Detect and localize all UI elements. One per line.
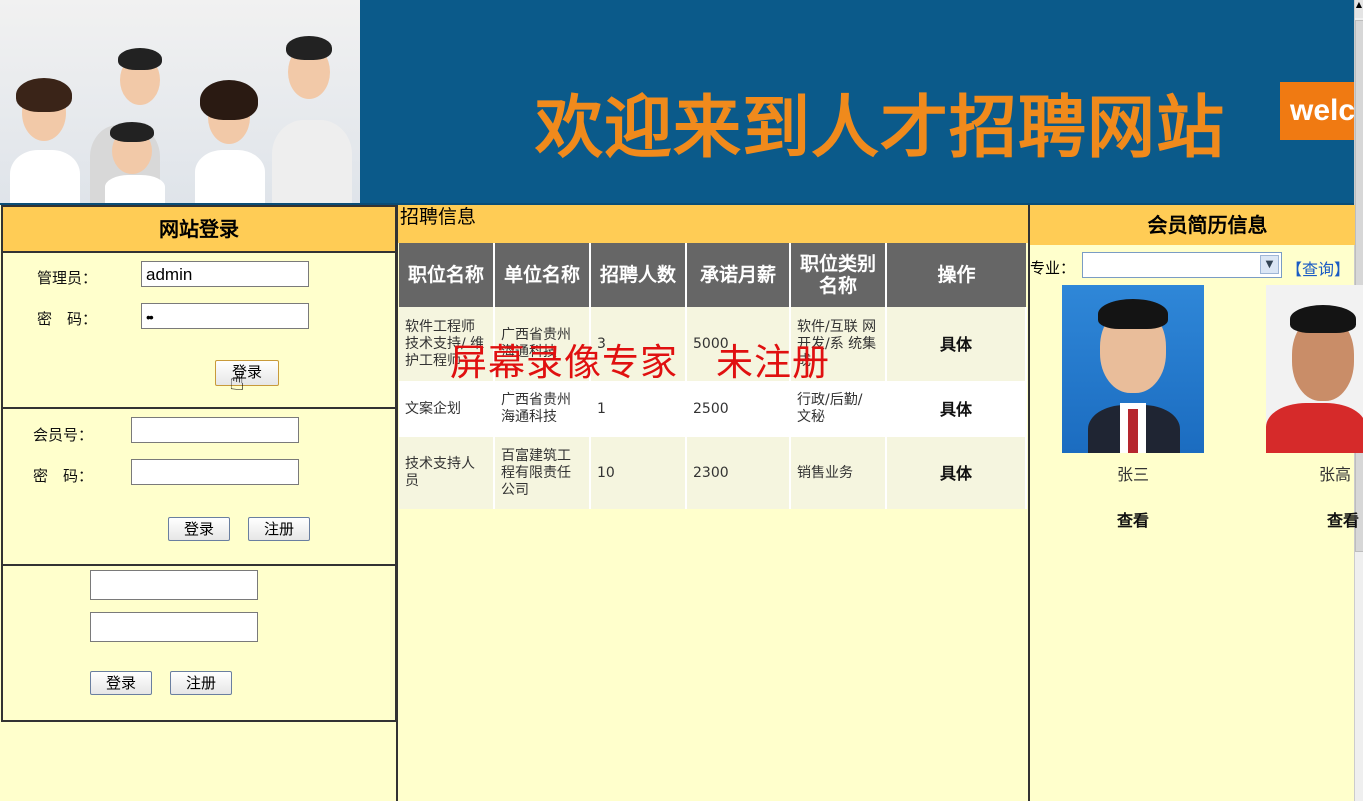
- query-link[interactable]: 【查询】: [1286, 256, 1350, 280]
- admin-password-input[interactable]: ••: [141, 303, 309, 329]
- resume-heading: 会员简历信息: [1030, 205, 1355, 245]
- company-cell: 广西省贵州 海通科技: [494, 381, 591, 437]
- table-row: 技术支持人 员 百富建筑工 程有限责任 公司 10 2300 销售业务 具体: [399, 437, 1027, 509]
- resume-panel: 会员简历信息 专业： ▼ 【查询】 张三 查看 张高 查看: [1030, 205, 1363, 801]
- column-header: 招聘人数: [590, 243, 687, 307]
- chevron-down-icon[interactable]: ▼: [1260, 255, 1279, 274]
- left-panel: 网站登录 管理员： admin 密 码： •• 登录 ☝ 会员号： 密 码： 登…: [0, 205, 398, 801]
- member-view-link[interactable]: 查看: [1062, 507, 1204, 531]
- company-cell: 百富建筑工 程有限责任 公司: [494, 437, 591, 509]
- salary-cell: 2300: [686, 437, 791, 509]
- secondary-password-input[interactable]: [90, 612, 258, 642]
- recorder-watermark: 屏幕录像专家 未注册: [450, 341, 830, 384]
- admin-username-input[interactable]: admin: [141, 261, 309, 287]
- column-header: 职位类别名称: [790, 243, 887, 307]
- secondary-register-button[interactable]: 注册: [170, 671, 232, 695]
- count-cell: 10: [590, 437, 687, 509]
- site-banner: 欢迎来到人才招聘网站 welco: [0, 0, 1355, 205]
- jobs-panel: 招聘信息 职位名称 单位名称 招聘人数 承诺月薪 职位类别名称 操作 软件工程师…: [398, 205, 1030, 801]
- member-card: 张三 查看: [1062, 285, 1204, 531]
- specialty-label: 专业：: [1030, 259, 1076, 277]
- detail-link[interactable]: 具体: [886, 307, 1027, 381]
- column-header: 承诺月薪: [686, 243, 791, 307]
- member-login-box: 会员号： 密 码： 登录 注册: [1, 407, 397, 568]
- secondary-login-box: 登录 注册: [1, 564, 397, 722]
- scroll-up-icon[interactable]: ▲: [1355, 0, 1363, 18]
- column-header: 单位名称: [494, 243, 591, 307]
- jobs-heading: 招聘信息: [398, 205, 1028, 243]
- member-name: 张高: [1319, 465, 1352, 484]
- welcome-badge: welco: [1280, 82, 1355, 140]
- username-label: 管理员：: [37, 269, 98, 287]
- secondary-login-button[interactable]: 登录: [90, 671, 152, 695]
- hand-cursor-icon: ☝: [229, 367, 245, 397]
- count-cell: 1: [590, 381, 687, 437]
- salary-cell: 2500: [686, 381, 791, 437]
- banner-title: 欢迎来到人才招聘网站: [535, 89, 1226, 168]
- position-cell: 文案企划: [399, 381, 495, 437]
- column-header: 操作: [886, 243, 1026, 307]
- admin-login-box: 网站登录 管理员： admin 密 码： •• 登录 ☝: [1, 205, 397, 411]
- member-card: 张高 查看: [1266, 285, 1363, 531]
- column-header: 职位名称: [399, 243, 495, 307]
- member-photo[interactable]: [1266, 285, 1363, 453]
- specialty-select[interactable]: ▼: [1082, 252, 1282, 278]
- detail-link[interactable]: 具体: [886, 381, 1027, 437]
- admin-login-heading: 网站登录: [3, 207, 395, 253]
- secondary-username-input[interactable]: [90, 570, 258, 600]
- member-password-input[interactable]: [131, 459, 299, 485]
- member-photo[interactable]: [1062, 285, 1204, 453]
- member-password-label: 密 码：: [33, 467, 94, 485]
- table-row: 文案企划 广西省贵州 海通科技 1 2500 行政/后勤/ 文秘 具体: [399, 381, 1027, 437]
- member-login-button[interactable]: 登录: [168, 517, 230, 541]
- admin-password-label: 密 码：: [37, 310, 98, 328]
- member-number-input[interactable]: [131, 417, 299, 443]
- banner-people-photo: [0, 0, 360, 203]
- category-cell: 行政/后勤/ 文秘: [790, 381, 887, 437]
- detail-link[interactable]: 具体: [886, 437, 1027, 509]
- member-register-button[interactable]: 注册: [248, 517, 310, 541]
- category-cell: 销售业务: [790, 437, 887, 509]
- member-view-link[interactable]: 查看: [1266, 507, 1363, 531]
- member-number-label: 会员号：: [33, 426, 94, 444]
- admin-login-button[interactable]: 登录: [215, 360, 279, 386]
- member-name: 张三: [1116, 465, 1149, 484]
- position-cell: 技术支持人 员: [399, 437, 495, 509]
